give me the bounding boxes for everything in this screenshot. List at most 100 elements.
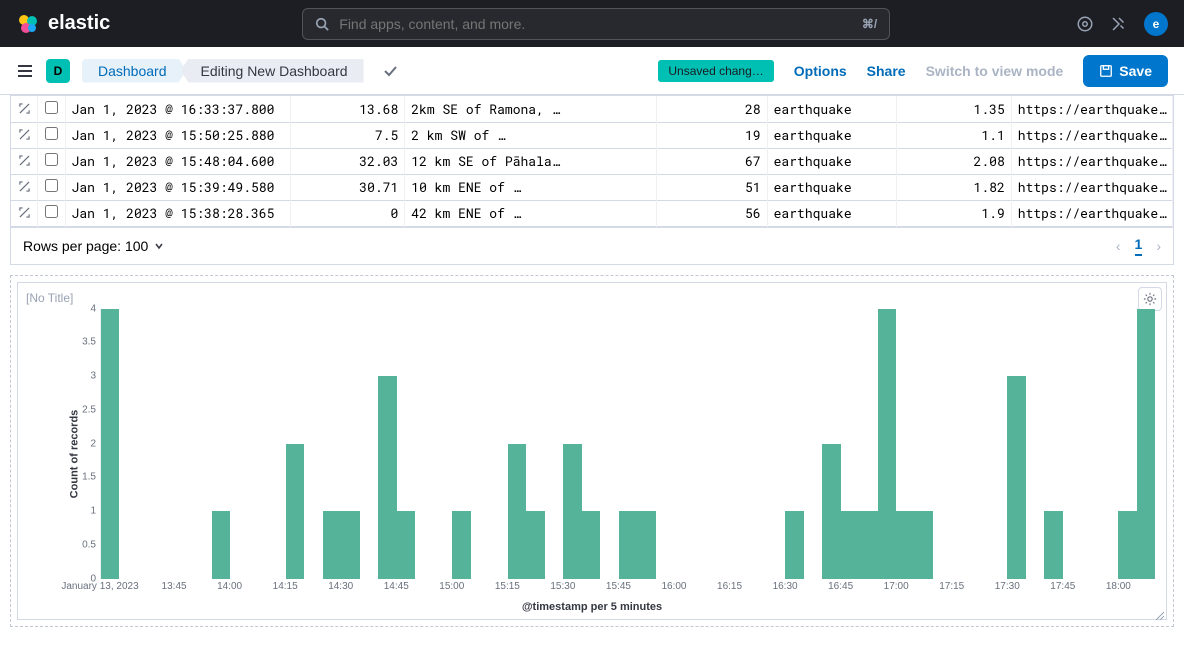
unsaved-badge: Unsaved chang… <box>658 60 773 82</box>
cell-value2: 56 <box>657 200 768 226</box>
cell-value1: 32.03 <box>291 148 405 174</box>
chart-bar[interactable] <box>878 309 896 579</box>
chart-panel[interactable]: [No Title] Count of records 00.511.522.5… <box>10 275 1174 627</box>
x-tick: 17:30 <box>995 581 1020 592</box>
save-button[interactable]: Save <box>1083 55 1168 87</box>
cell-url: https://earthquake… <box>1011 148 1172 174</box>
chart-bar[interactable] <box>785 511 803 579</box>
page-number[interactable]: 1 <box>1135 236 1143 256</box>
x-tick: 14:45 <box>384 581 409 592</box>
chart-bar[interactable] <box>212 511 230 579</box>
chart-bar[interactable] <box>915 511 933 579</box>
chart-bar[interactable] <box>286 444 304 579</box>
chart-bar[interactable] <box>896 511 914 579</box>
share-button[interactable]: Share <box>867 63 906 79</box>
chart-bar[interactable] <box>637 511 655 579</box>
chart-bar[interactable] <box>1118 511 1136 579</box>
breadcrumb: Dashboard Editing New Dashboard <box>82 59 364 83</box>
cell-url: https://earthquake… <box>1011 200 1172 226</box>
y-tick: 1.5 <box>82 472 96 483</box>
table-row: Jan 1, 2023 @ 15:48:04.600 32.03 12 km S… <box>11 148 1173 174</box>
x-tick: 15:30 <box>550 581 575 592</box>
cell-value2: 51 <box>657 174 768 200</box>
chart-bar[interactable] <box>508 444 526 579</box>
pagination: ‹ 1 › <box>1116 236 1161 256</box>
breadcrumb-dashboard[interactable]: Dashboard <box>82 59 187 83</box>
cell-value1: 7.5 <box>291 122 405 148</box>
chevron-down-icon <box>154 241 164 251</box>
chart-bar[interactable] <box>341 511 359 579</box>
kbd-shortcut: ⌘/ <box>862 17 877 31</box>
expand-row-button[interactable] <box>11 148 38 174</box>
cell-mag: 1.1 <box>896 122 1011 148</box>
menu-icon[interactable] <box>16 62 34 80</box>
y-tick: 1 <box>90 506 96 517</box>
row-checkbox[interactable] <box>38 200 65 226</box>
x-tick: 17:00 <box>884 581 909 592</box>
user-avatar[interactable]: e <box>1144 12 1168 36</box>
cell-place: 42 km ENE of … <box>405 200 657 226</box>
cell-url: https://earthquake… <box>1011 122 1172 148</box>
rows-per-page-selector[interactable]: Rows per page: 100 <box>23 238 164 254</box>
chart-bar[interactable] <box>822 444 840 579</box>
y-tick: 4 <box>90 303 96 314</box>
row-checkbox[interactable] <box>38 148 65 174</box>
row-checkbox[interactable] <box>38 122 65 148</box>
cell-value1: 13.68 <box>291 96 405 122</box>
chart-bar[interactable] <box>378 376 396 579</box>
panel-title: [No Title] <box>26 291 1158 305</box>
table-row: Jan 1, 2023 @ 16:33:37.800 13.68 2km SE … <box>11 96 1173 122</box>
cell-mag: 1.35 <box>896 96 1011 122</box>
chart-bar[interactable] <box>859 511 877 579</box>
table-row: Jan 1, 2023 @ 15:38:28.365 0 42 km ENE o… <box>11 200 1173 226</box>
cell-value2: 67 <box>657 148 768 174</box>
expand-row-button[interactable] <box>11 200 38 226</box>
expand-row-button[interactable] <box>11 122 38 148</box>
search-input[interactable] <box>339 16 852 32</box>
x-tick: 15:00 <box>439 581 464 592</box>
next-page-button[interactable]: › <box>1156 238 1161 254</box>
elastic-logo-icon <box>16 12 40 36</box>
x-tick: 16:00 <box>661 581 686 592</box>
chart-bar[interactable] <box>526 511 544 579</box>
chart-bar[interactable] <box>323 511 341 579</box>
search-icon <box>315 17 329 31</box>
cell-place: 2 km SW of … <box>405 122 657 148</box>
space-badge[interactable]: D <box>46 59 70 83</box>
elastic-logo[interactable]: elastic <box>16 12 110 36</box>
row-checkbox[interactable] <box>38 174 65 200</box>
chart-bar[interactable] <box>1137 309 1155 579</box>
cell-timestamp: Jan 1, 2023 @ 15:48:04.600 <box>65 148 291 174</box>
expand-row-button[interactable] <box>11 96 38 122</box>
x-tick: 14:15 <box>273 581 298 592</box>
newsfeed-icon[interactable] <box>1110 15 1128 33</box>
x-tick: 16:15 <box>717 581 742 592</box>
chart-bar[interactable] <box>452 511 470 579</box>
chart-bar[interactable] <box>563 444 581 579</box>
global-search[interactable]: ⌘/ <box>302 8 890 40</box>
x-tick: 18:00 <box>1106 581 1131 592</box>
cell-place: 10 km ENE of … <box>405 174 657 200</box>
cell-value1: 30.71 <box>291 174 405 200</box>
chart-bar[interactable] <box>619 511 637 579</box>
y-tick: 2 <box>90 438 96 449</box>
data-table-panel: Jan 1, 2023 @ 16:33:37.800 13.68 2km SE … <box>10 95 1174 228</box>
chart-bar[interactable] <box>101 309 119 579</box>
resize-handle-icon[interactable] <box>1154 607 1164 617</box>
help-icon[interactable] <box>1076 15 1094 33</box>
panel-settings-button[interactable] <box>1138 287 1162 311</box>
cell-type: earthquake <box>767 96 896 122</box>
row-checkbox[interactable] <box>38 96 65 122</box>
switch-mode-button: Switch to view mode <box>926 63 1064 79</box>
chart-bar[interactable] <box>582 511 600 579</box>
chart-bar[interactable] <box>397 511 415 579</box>
cell-timestamp: Jan 1, 2023 @ 15:39:49.580 <box>65 174 291 200</box>
chart-bar[interactable] <box>841 511 859 579</box>
options-button[interactable]: Options <box>794 63 847 79</box>
prev-page-button[interactable]: ‹ <box>1116 238 1121 254</box>
x-tick: 16:45 <box>828 581 853 592</box>
expand-row-button[interactable] <box>11 174 38 200</box>
chart-bar[interactable] <box>1044 511 1062 579</box>
chart-bar[interactable] <box>1007 376 1025 579</box>
gear-icon <box>1143 292 1157 306</box>
